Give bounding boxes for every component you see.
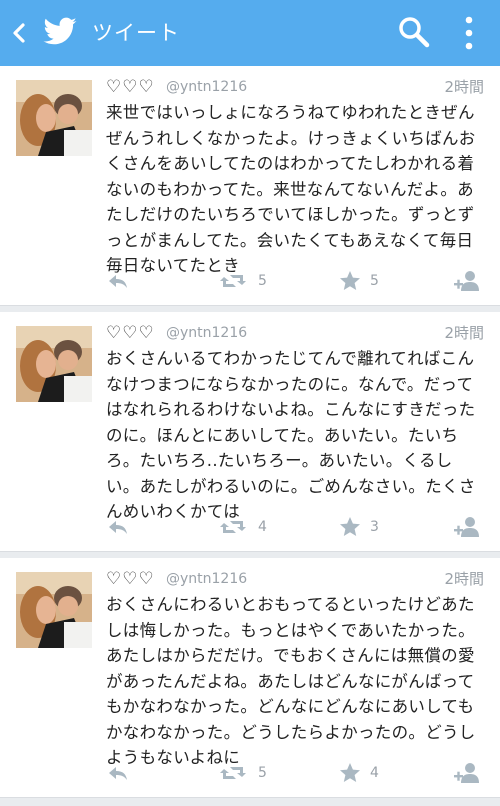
favorite-count: 4 (370, 765, 379, 781)
reply-icon[interactable] (106, 267, 130, 295)
reply-icon[interactable] (106, 759, 130, 787)
user-handle[interactable]: @yntn1216 (166, 77, 247, 97)
reply-icon[interactable] (106, 513, 130, 541)
hearts-label: ♡♡♡ (106, 77, 155, 97)
hearts-label: ♡♡♡ (106, 323, 155, 343)
retweet-icon[interactable] (218, 513, 248, 541)
favorite-star-icon[interactable] (338, 759, 362, 787)
tweet-actions: 5 5 (100, 267, 490, 295)
search-icon[interactable] (396, 14, 432, 50)
tweet-meta: ♡♡♡ @yntn1216 2時間 (106, 568, 484, 590)
retweet-count: 5 (258, 765, 267, 781)
tweet-actions: 4 3 (100, 513, 490, 541)
follow-user-icon[interactable] (452, 513, 482, 541)
retweet-count: 5 (258, 273, 267, 289)
favorite-count: 5 (370, 273, 379, 289)
timestamp: 2時間 (444, 324, 484, 342)
overflow-menu-icon[interactable] (462, 14, 476, 52)
timestamp: 2時間 (444, 78, 484, 96)
favorite-star-icon[interactable] (338, 513, 362, 541)
page-title: ツイート (92, 21, 180, 45)
retweet-icon[interactable] (218, 267, 248, 295)
user-handle[interactable]: @yntn1216 (166, 569, 247, 589)
tweet-text: 来世ではいっしょになろうねてゆわれたときぜんぜんうれしくなかったよ。けっきょくい… (106, 103, 476, 275)
tweet-item[interactable]: ♡♡♡ @yntn1216 2時間 おくさんにわるいとおもってるといったけどあた… (0, 558, 500, 798)
retweet-count: 4 (258, 519, 267, 535)
retweet-icon[interactable] (218, 759, 248, 787)
tweet-meta: ♡♡♡ @yntn1216 2時間 (106, 322, 484, 344)
user-handle[interactable]: @yntn1216 (166, 323, 247, 343)
tweet-item[interactable]: ♡♡♡ @yntn1216 2時間 おくさんいるてわかったじてんで離れてればこん… (0, 312, 500, 552)
avatar[interactable] (16, 80, 92, 156)
tweet-text: おくさんにわるいとおもってるといったけどあたしは悔しかった。もっとはやくであいた… (106, 595, 476, 767)
avatar[interactable] (16, 326, 92, 402)
avatar[interactable] (16, 572, 92, 648)
tweet-text: おくさんいるてわかったじてんで離れてればこんなけつまつにならなかったのに。なんで… (106, 349, 476, 521)
follow-user-icon[interactable] (452, 267, 482, 295)
follow-user-icon[interactable] (452, 759, 482, 787)
tweet-meta: ♡♡♡ @yntn1216 2時間 (106, 76, 484, 98)
app-bar: ツイート (0, 0, 500, 66)
favorite-count: 3 (370, 519, 379, 535)
twitter-bird-icon (43, 17, 77, 45)
tweet-item[interactable]: ♡♡♡ @yntn1216 2時間 来世ではいっしょになろうねてゆわれたときぜん… (0, 66, 500, 306)
tweet-actions: 5 4 (100, 759, 490, 787)
chevron-left-icon[interactable] (8, 20, 30, 46)
favorite-star-icon[interactable] (338, 267, 362, 295)
hearts-label: ♡♡♡ (106, 569, 155, 589)
timestamp: 2時間 (444, 570, 484, 588)
